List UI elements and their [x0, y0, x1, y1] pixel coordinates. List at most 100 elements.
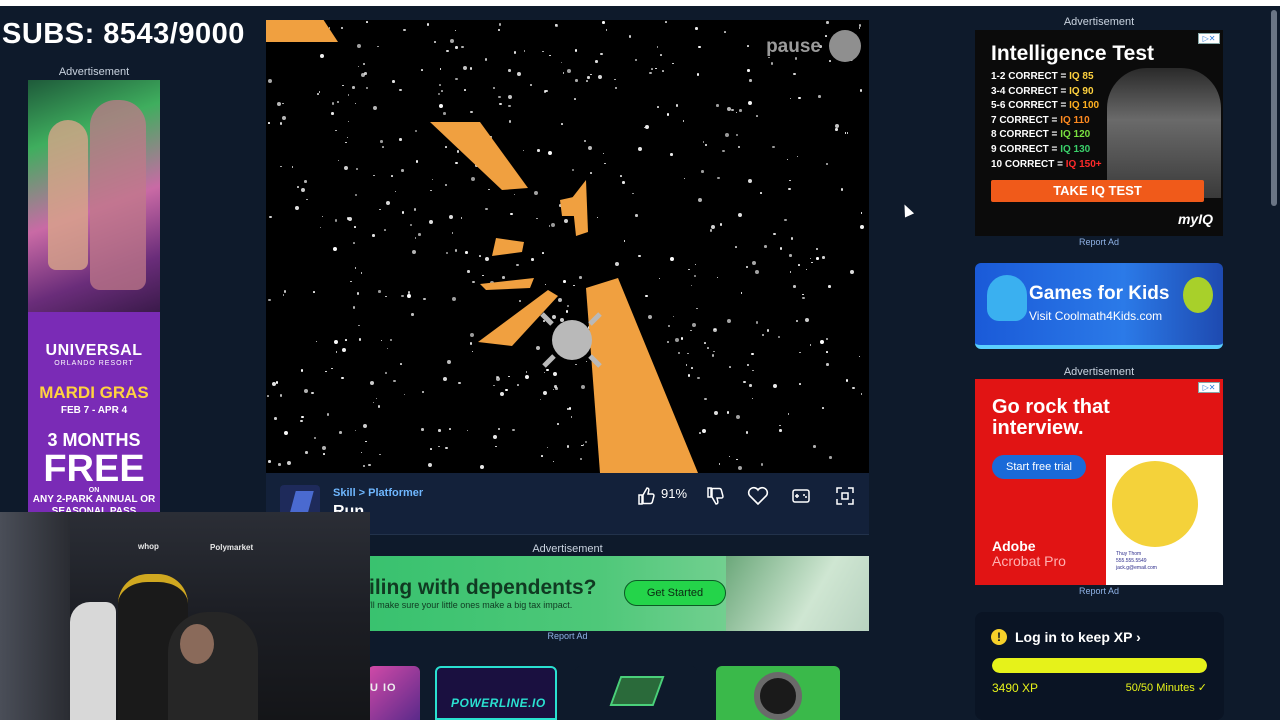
- pause-circle-icon[interactable]: [829, 30, 861, 62]
- adchoices-icon[interactable]: ▷✕: [1198, 382, 1220, 393]
- iq-row-label: 8 CORRECT =: [991, 129, 1061, 141]
- report-ad-link[interactable]: Report Ad: [975, 237, 1223, 247]
- game-thumb-label: POWERLINE.IO: [451, 696, 546, 710]
- webcam-overlay: whop Polymarket: [0, 512, 370, 720]
- webcam-sign-polymarket: Polymarket: [210, 543, 254, 552]
- iq-row-score: IQ 130: [1060, 143, 1091, 155]
- tunnel-tile: [480, 278, 534, 290]
- iq-row: 1-2 CORRECT = IQ 85: [991, 70, 1102, 85]
- xp-points: 3490 XP: [992, 681, 1039, 695]
- gamepad-icon[interactable]: [788, 483, 814, 509]
- xp-progress-bar: [992, 658, 1207, 673]
- iq-row: 9 CORRECT = IQ 130: [991, 143, 1102, 158]
- get-started-button[interactable]: Get Started: [624, 580, 726, 606]
- webcam-person: [168, 612, 258, 720]
- mouse-cursor: [899, 202, 915, 218]
- iq-row-score: IQ 90: [1069, 85, 1094, 97]
- iq-row: 3-4 CORRECT = IQ 90: [991, 85, 1102, 100]
- game-thumb-1[interactable]: U IO: [368, 666, 420, 720]
- iq-row-score: IQ 120: [1060, 129, 1091, 141]
- thumbs-up-icon[interactable]: [633, 483, 659, 509]
- iq-row-label: 7 CORRECT =: [991, 114, 1061, 126]
- fullscreen-icon[interactable]: [832, 483, 858, 509]
- right-ad-label-1: Advertisement: [1063, 16, 1135, 28]
- adobe-acrobat-ad[interactable]: ▷✕ Go rock that interview. Start free tr…: [975, 379, 1223, 585]
- resume-name: Thuy Thom: [1116, 551, 1142, 557]
- like-percentage: 91%: [661, 486, 688, 501]
- left-ad-banner[interactable]: ▷✕ UNIVERSAL ORLANDO RESORT MARDI GRAS F…: [28, 80, 160, 512]
- adobe-product: Acrobat Pro: [992, 553, 1066, 569]
- start-free-trial-button[interactable]: Start free trial: [992, 455, 1086, 479]
- kids-title: Games for Kids: [1029, 283, 1170, 304]
- thumbs-down-icon[interactable]: [702, 483, 728, 509]
- webcam-sign-whop: whop: [138, 542, 159, 551]
- game-thumb-powerline[interactable]: POWERLINE.IO: [435, 666, 557, 720]
- pause-button[interactable]: pause: [766, 36, 821, 58]
- iq-row: 7 CORRECT = IQ 110: [991, 114, 1102, 129]
- ad-brand-sub: ORLANDO RESORT: [54, 360, 134, 367]
- iq-test-ad[interactable]: ▷✕ Intelligence Test 1-2 CORRECT = IQ 85…: [975, 30, 1223, 236]
- bottom-ad-headline: iling with dependents?: [369, 576, 597, 599]
- ad-photo: [28, 80, 160, 312]
- ad-portrait: [1107, 68, 1221, 198]
- iq-row-label: 3-4 CORRECT =: [991, 85, 1070, 97]
- game-category-breadcrumb[interactable]: Skill > Platformer: [333, 487, 423, 499]
- xp-widget: ! Log in to keep XP › 3490 XP 50/50 Minu…: [975, 612, 1224, 720]
- resume-contact: Thuy Thom 555.555.5549 jack.g@email.com: [1116, 551, 1157, 572]
- iq-row-label: 9 CORRECT =: [991, 143, 1061, 155]
- alien-player: [540, 312, 602, 368]
- adchoices-icon[interactable]: ▷✕: [1198, 33, 1220, 44]
- game-thumb-label: U IO: [370, 682, 397, 694]
- iq-row-score: IQ 85: [1069, 71, 1094, 82]
- right-ad-label-2: Advertisement: [1063, 366, 1135, 378]
- ad-offer-big: FREE: [43, 448, 145, 490]
- game-thumb-run[interactable]: [716, 666, 840, 720]
- xp-minutes: 50/50 Minutes ✓: [1125, 682, 1207, 694]
- bottom-ad-sub: 'll make sure your little ones make a bi…: [369, 600, 573, 610]
- kids-sub: Visit Coolmath4Kids.com: [1029, 309, 1163, 323]
- bottom-ad-photo: [726, 556, 869, 631]
- tunnel-tile: [492, 238, 524, 256]
- browser-top-edge: [0, 0, 1280, 6]
- left-ad-label: Advertisement: [58, 66, 130, 78]
- adobe-headline: Go rock that interview.: [992, 396, 1110, 439]
- iq-row: 5-6 CORRECT = IQ 100: [991, 99, 1102, 114]
- game-thumb-3[interactable]: [575, 666, 697, 720]
- iq-row-score: IQ 100: [1069, 100, 1100, 112]
- webcam-head: [180, 624, 214, 664]
- webcam-blanket: [70, 602, 116, 720]
- octopus-mascot-icon: [987, 275, 1027, 321]
- resume-preview: Thuy Thom 555.555.5549 jack.g@email.com: [1106, 455, 1223, 585]
- adobe-brand: Adobe Acrobat Pro: [992, 539, 1066, 569]
- ad-headline: MARDI GRAS: [39, 383, 149, 402]
- take-iq-test-button[interactable]: TAKE IQ TEST: [991, 180, 1204, 202]
- tunnel-tile: [586, 278, 698, 473]
- iq-row: 8 CORRECT = IQ 120: [991, 128, 1102, 143]
- report-ad-link[interactable]: Report Ad: [975, 586, 1223, 596]
- heart-icon[interactable]: [745, 483, 771, 509]
- subs-counter: SUBS: 8543/9000: [2, 18, 245, 50]
- page-scrollbar[interactable]: [1271, 10, 1277, 206]
- iq-row-label: 10 CORRECT =: [991, 158, 1066, 170]
- iq-row: 10 CORRECT = IQ 150+: [991, 158, 1102, 173]
- iq-row-label: 1-2 CORRECT =: [991, 71, 1070, 82]
- iq-row-score: IQ 110: [1060, 114, 1090, 126]
- resume-email: jack.g@email.com: [1116, 565, 1157, 571]
- alien-mascot-icon: [1183, 277, 1213, 313]
- ad-brand: UNIVERSAL: [45, 342, 143, 359]
- adobe-brand-name: Adobe: [992, 538, 1036, 554]
- xp-progress-fill: [992, 658, 1207, 673]
- webcam-curtain: [0, 512, 70, 720]
- games-for-kids-banner[interactable]: Games for Kids Visit Coolmath4Kids.com: [975, 263, 1223, 349]
- game-canvas[interactable]: pause: [266, 20, 869, 473]
- tunnel-tile: [560, 196, 578, 216]
- tunnel-tile: [430, 122, 528, 190]
- tunnel-svg: [430, 122, 698, 473]
- resume-photo: [1112, 461, 1198, 547]
- ad-dates: FEB 7 - APR 4: [60, 405, 128, 416]
- iq-ad-title: Intelligence Test: [991, 42, 1154, 65]
- warning-icon: !: [991, 629, 1007, 645]
- ad-offer-bottom: ANY 2-PARK ANNUAL OR SEASONAL PASS: [32, 494, 156, 512]
- login-keep-xp-link[interactable]: Log in to keep XP ›: [1015, 629, 1141, 645]
- iq-row-label: 5-6 CORRECT =: [991, 100, 1070, 112]
